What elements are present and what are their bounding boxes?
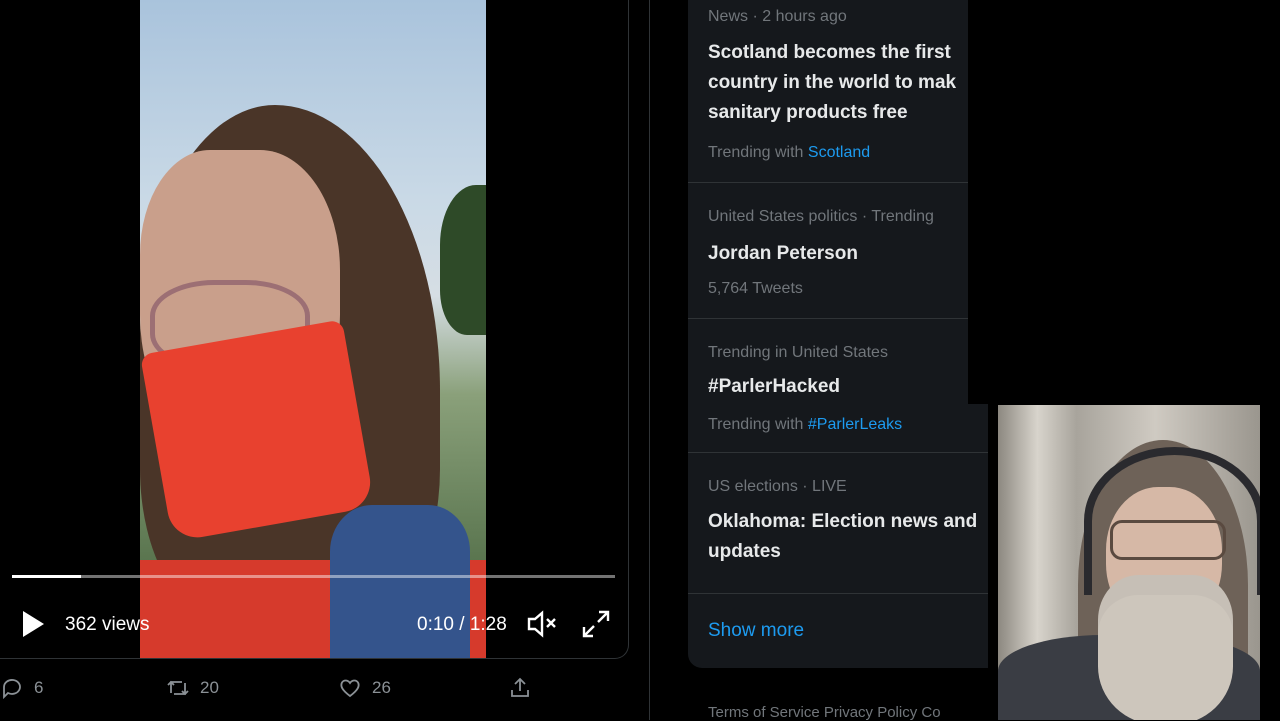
trend-meta: United States politics · Trending bbox=[708, 208, 934, 225]
trend-sub: 5,764 Tweets bbox=[708, 280, 803, 298]
volume-button[interactable] bbox=[524, 606, 560, 642]
retweet-icon bbox=[167, 680, 189, 696]
webcam-person-beard-lower bbox=[1098, 595, 1233, 720]
trend-meta: US elections · LIVE bbox=[708, 478, 847, 495]
trend-item[interactable]: US elections · LIVE Oklahoma: Election n… bbox=[688, 453, 988, 594]
retweet-button[interactable]: 20 bbox=[166, 676, 219, 700]
video-person-mask bbox=[140, 319, 375, 543]
trend-meta: News · 2 hours ago bbox=[708, 8, 847, 25]
overlay-black-area bbox=[968, 0, 1280, 404]
trend-sub-prefix: Trending with bbox=[708, 144, 808, 161]
heart-icon bbox=[340, 679, 360, 698]
trend-title: #ParlerHacked bbox=[708, 376, 841, 397]
trend-item[interactable]: Trending in United States #ParlerHacked … bbox=[688, 319, 988, 453]
show-more-link[interactable]: Show more bbox=[708, 620, 804, 642]
trend-item[interactable]: United States politics · Trending Jordan… bbox=[688, 183, 988, 319]
trends-panel: News · 2 hours ago Scotland becomes the … bbox=[688, 0, 988, 668]
trend-sub-prefix: Trending with bbox=[708, 416, 808, 433]
column-divider bbox=[649, 0, 650, 720]
video-time: 0:10 / 1:28 bbox=[417, 614, 507, 635]
tweet-video-card: 362 views 0:10 / 1:28 bbox=[0, 0, 629, 659]
trend-sub: Trending with Scotland bbox=[708, 144, 870, 162]
footer-links[interactable]: Terms of Service Privacy Policy Co bbox=[708, 704, 988, 721]
reply-count: 6 bbox=[34, 678, 44, 697]
video-controls: 362 views 0:10 / 1:28 bbox=[0, 600, 628, 648]
video-progress-bar[interactable] bbox=[12, 575, 615, 578]
trend-sub-link[interactable]: Scotland bbox=[808, 144, 870, 161]
tweet-action-bar: 6 20 26 bbox=[0, 672, 628, 708]
trend-title: Oklahoma: Election news and updates bbox=[708, 511, 978, 562]
play-icon bbox=[23, 611, 44, 637]
video-scene-tree bbox=[440, 185, 486, 335]
headphones-icon bbox=[1084, 447, 1260, 595]
like-count: 26 bbox=[372, 678, 391, 697]
video-view-count: 362 views bbox=[65, 614, 150, 635]
reply-icon bbox=[3, 679, 21, 700]
trend-item[interactable]: News · 2 hours ago Scotland becomes the … bbox=[688, 0, 988, 183]
trend-title: Jordan Peterson bbox=[708, 243, 858, 264]
retweet-count: 20 bbox=[200, 678, 219, 697]
trend-sub: Trending with #ParlerLeaks bbox=[708, 416, 902, 434]
play-button[interactable] bbox=[20, 609, 46, 639]
like-button[interactable]: 26 bbox=[338, 676, 391, 700]
fullscreen-icon bbox=[582, 610, 610, 638]
trend-sub-link[interactable]: #ParlerLeaks bbox=[808, 416, 902, 433]
video-progress-fill bbox=[12, 575, 82, 578]
trend-sub-prefix: 5,764 Tweets bbox=[708, 280, 803, 297]
trend-title: Scotland becomes the first country in th… bbox=[708, 42, 957, 123]
reply-button[interactable]: 6 bbox=[0, 676, 43, 700]
trend-meta: Trending in United States bbox=[708, 344, 888, 361]
volume-icon bbox=[527, 610, 556, 638]
fullscreen-button[interactable] bbox=[578, 606, 614, 642]
webcam-overlay bbox=[998, 405, 1260, 720]
share-button[interactable] bbox=[508, 676, 532, 700]
share-icon bbox=[511, 677, 529, 697]
